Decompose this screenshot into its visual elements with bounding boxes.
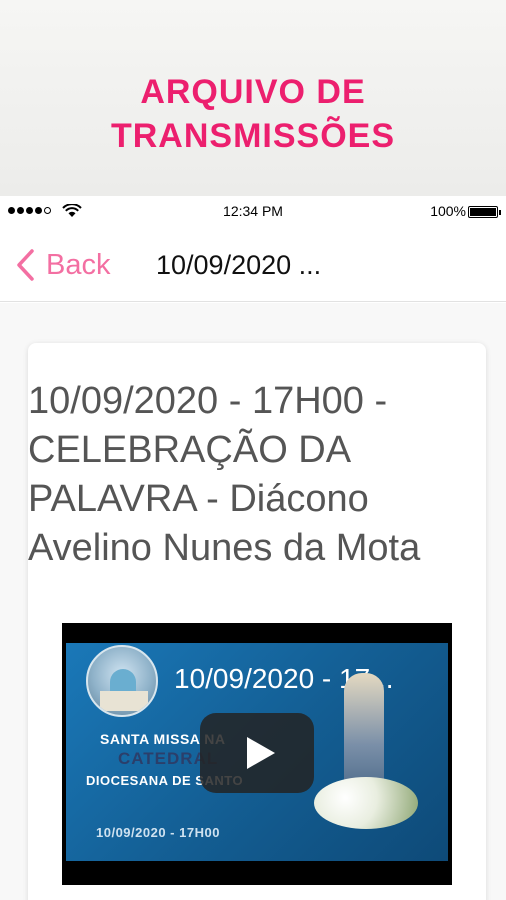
post-card: 10/09/2020 - 17H00 - CELEBRAÇÃO DA PALAV… bbox=[28, 343, 486, 900]
post-title: 10/09/2020 - 17H00 - CELEBRAÇÃO DA PALAV… bbox=[28, 380, 421, 569]
promo-banner: ARQUIVO DE TRANSMISSÕES bbox=[0, 0, 506, 196]
navigation-bar: Back 10/09/2020 ... bbox=[0, 226, 506, 302]
channel-avatar[interactable] bbox=[86, 645, 158, 717]
nav-title: 10/09/2020 ... bbox=[156, 250, 322, 280]
back-label: Back bbox=[46, 248, 111, 281]
chevron-left-icon bbox=[17, 249, 34, 281]
battery-icon bbox=[468, 206, 501, 218]
content-area[interactable]: 10/09/2020 - 17H00 - CELEBRAÇÃO DA PALAV… bbox=[0, 303, 506, 900]
video-thumbnail[interactable]: 10/09/2020 - 17... SANTA MISSA NA CATEDR… bbox=[66, 643, 448, 861]
play-button[interactable] bbox=[200, 713, 314, 793]
back-button[interactable]: Back bbox=[14, 248, 110, 282]
battery-percent: 100% bbox=[430, 203, 466, 219]
flowers-image bbox=[314, 777, 418, 829]
promo-title: ARQUIVO DE TRANSMISSÕES bbox=[0, 70, 506, 158]
promo-title-line1: ARQUIVO DE bbox=[140, 73, 366, 111]
status-bar: 12:34 PM 100% bbox=[0, 196, 506, 226]
video-player[interactable]: 10/09/2020 - 17... SANTA MISSA NA CATEDR… bbox=[62, 623, 452, 885]
statue-image bbox=[344, 673, 384, 793]
promo-title-line2: TRANSMISSÕES bbox=[110, 117, 396, 155]
video-date-time: 10/09/2020 - 17H00 bbox=[96, 825, 220, 840]
phone-screen: 12:34 PM 100% Back 10/09/2020 ... 10/09/… bbox=[0, 196, 506, 900]
